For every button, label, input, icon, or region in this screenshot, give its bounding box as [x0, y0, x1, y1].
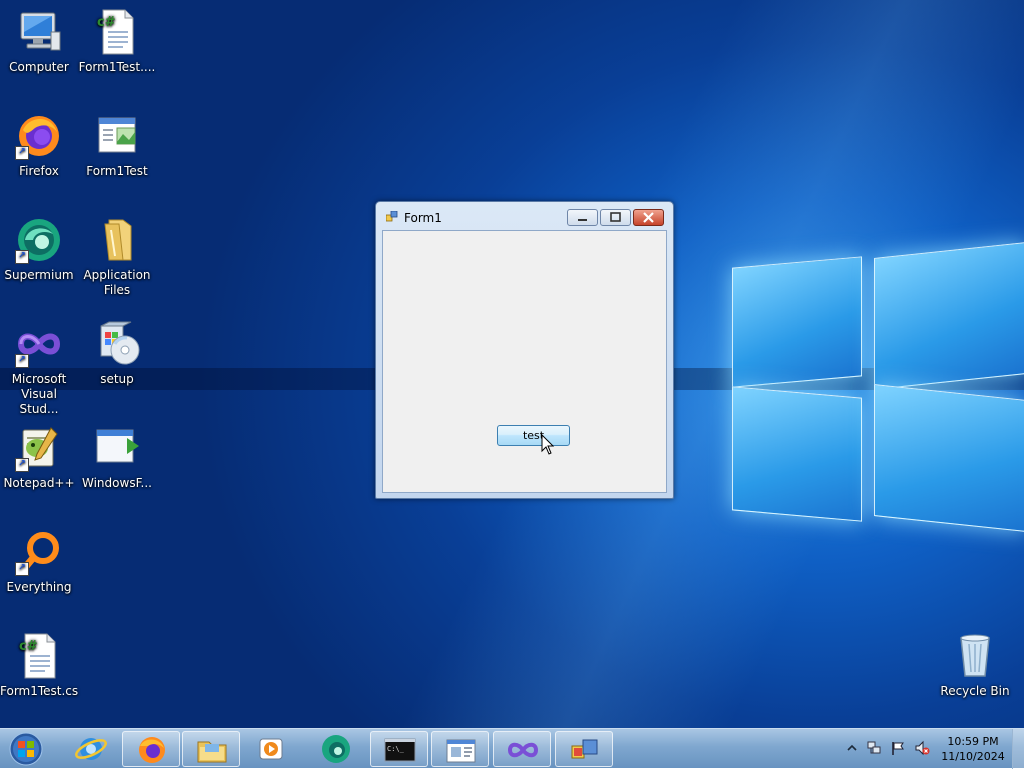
desktop-icon-computer[interactable]: Computer: [0, 8, 78, 75]
taskbar-form1-app[interactable]: [555, 731, 613, 767]
desktop-icon-label: Supermium: [4, 268, 74, 282]
desktop-icon-firefox[interactable]: ↗ Firefox: [0, 112, 78, 179]
desktop-icon-label: setup: [100, 372, 134, 386]
svg-text:c#: c#: [19, 639, 38, 654]
windows-logo-pane: [874, 384, 1024, 532]
setup-installer-icon: [93, 320, 141, 368]
minimize-button[interactable]: [567, 209, 598, 226]
action-center-flag-icon[interactable]: [890, 740, 906, 756]
show-desktop-button[interactable]: [1012, 729, 1024, 769]
supermium-icon: ↗: [15, 216, 63, 264]
taskbar: C:\_ 10:59 PM 11/10/2024: [0, 728, 1024, 769]
close-button[interactable]: [633, 209, 664, 226]
visual-studio-icon: ↗: [15, 320, 63, 368]
system-clock[interactable]: 10:59 PM 11/10/2024: [938, 734, 1008, 764]
recycle-bin-icon: [951, 632, 999, 680]
svg-text:C:\_: C:\_: [387, 745, 405, 753]
show-hidden-icons-chevron-icon[interactable]: [844, 740, 860, 756]
svg-text:c#: c#: [97, 15, 116, 30]
desktop: Computer ↗ Firefox ↗ Supermium ↗ Microso…: [0, 0, 1024, 728]
form-app-icon: [385, 210, 398, 223]
network-icon[interactable]: [866, 740, 882, 756]
form-client-area: test: [382, 230, 667, 493]
desktop-icon-label: Form1Test: [86, 164, 148, 178]
clock-date: 11/10/2024: [941, 750, 1005, 763]
desktop-icon-application-files[interactable]: Application Files: [78, 216, 156, 298]
taskbar-media-player[interactable]: [242, 731, 300, 767]
windows-logo-pane: [732, 386, 862, 522]
desktop-icon-label: Application Files: [83, 268, 151, 297]
application-window-icon: [93, 424, 141, 472]
desktop-icon-label: Microsoft Visual Stud...: [11, 372, 67, 416]
mouse-cursor-icon: [541, 433, 555, 456]
taskbar-firefox[interactable]: [122, 731, 180, 767]
csharp-file-icon: c#: [93, 8, 141, 56]
shortcut-arrow-icon: ↗: [15, 146, 29, 160]
taskbar-supermium[interactable]: [307, 731, 365, 767]
form1-window[interactable]: Form1 test: [375, 201, 674, 499]
desktop-icon-form1test-csproj[interactable]: c# Form1Test....: [78, 8, 156, 75]
application-window-icon: [93, 112, 141, 160]
desktop-icon-visual-studio[interactable]: ↗ Microsoft Visual Stud...: [0, 320, 78, 417]
desktop-icon-supermium[interactable]: ↗ Supermium: [0, 216, 78, 283]
desktop-icon-label: Everything: [6, 580, 72, 594]
desktop-icon-label: Computer: [9, 60, 69, 74]
shortcut-arrow-icon: ↗: [15, 354, 29, 368]
computer-icon: [15, 8, 63, 56]
desktop-icon-label: Form1Test....: [78, 60, 156, 74]
taskbar-windows-forms-app[interactable]: [431, 731, 489, 767]
volume-muted-icon[interactable]: [914, 740, 930, 756]
windows-logo-pane: [874, 242, 1024, 390]
desktop-icon-label: Recycle Bin: [940, 684, 1010, 698]
desktop-icon-recycle-bin[interactable]: Recycle Bin: [936, 632, 1014, 699]
taskbar-visual-studio[interactable]: [493, 731, 551, 767]
notepad-plus-plus-icon: ↗: [15, 424, 63, 472]
taskbar-command-prompt[interactable]: C:\_: [370, 731, 428, 767]
desktop-icon-setup[interactable]: setup: [78, 320, 156, 387]
everything-search-icon: ↗: [15, 528, 63, 576]
csharp-file-icon: c#: [15, 632, 63, 680]
desktop-icon-label: Firefox: [19, 164, 59, 178]
start-button[interactable]: [6, 731, 46, 767]
shortcut-arrow-icon: ↗: [15, 250, 29, 264]
desktop-icon-everything[interactable]: ↗ Everything: [0, 528, 78, 595]
desktop-icon-form1test-cs[interactable]: c# Form1Test.cs: [0, 632, 78, 699]
taskbar-internet-explorer[interactable]: [62, 731, 120, 767]
desktop-icon-notepad-plus-plus[interactable]: ↗ Notepad++: [0, 424, 78, 491]
desktop-icon-windowsforms[interactable]: WindowsF...: [78, 424, 156, 491]
maximize-button[interactable]: [600, 209, 631, 226]
desktop-icon-label: Form1Test.cs: [0, 684, 79, 698]
clock-time: 10:59 PM: [947, 735, 999, 748]
folder-icon: [93, 216, 141, 264]
taskbar-file-explorer[interactable]: [182, 731, 240, 767]
shortcut-arrow-icon: ↗: [15, 458, 29, 472]
shortcut-arrow-icon: ↗: [15, 562, 29, 576]
windows-logo-pane: [732, 256, 862, 388]
test-button[interactable]: test: [497, 425, 570, 446]
desktop-icon-form1test[interactable]: Form1Test: [78, 112, 156, 179]
window-title: Form1: [404, 211, 442, 225]
desktop-icon-label: WindowsF...: [82, 476, 152, 490]
firefox-icon: ↗: [15, 112, 63, 160]
desktop-icon-label: Notepad++: [3, 476, 75, 490]
